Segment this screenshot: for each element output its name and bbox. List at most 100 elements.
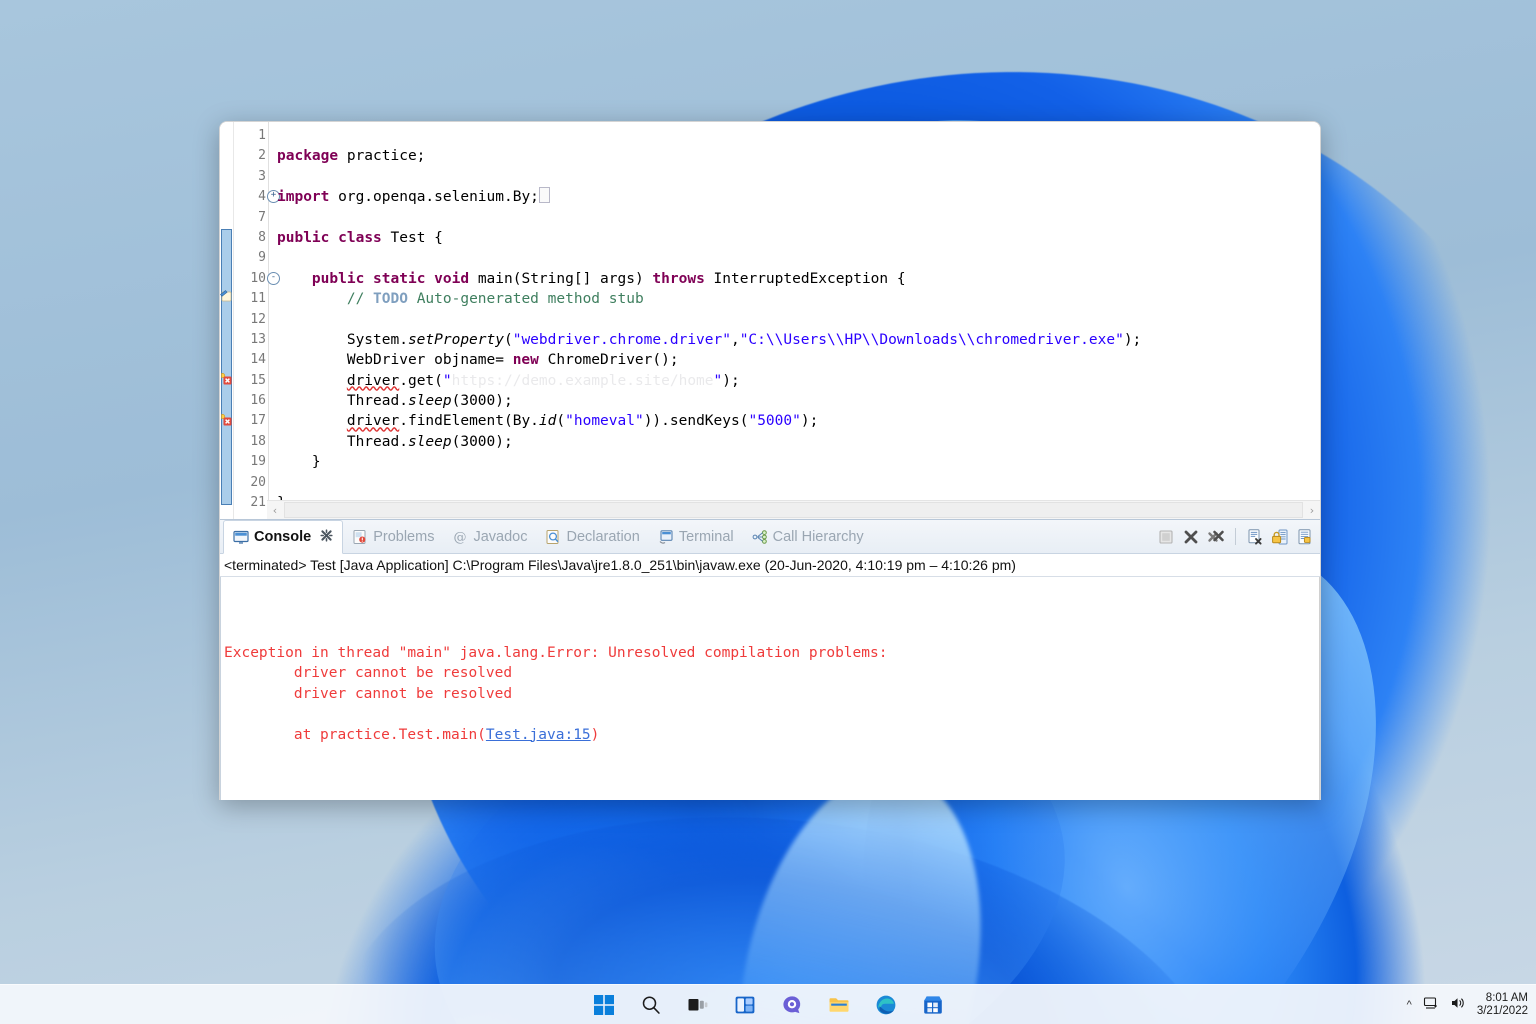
line-number[interactable]: 18 [234, 432, 268, 452]
console-left-border [220, 577, 221, 800]
console-output-text: Exception in thread "main" java.lang.Err… [224, 643, 1320, 746]
tab-label: Terminal [678, 528, 734, 545]
network-icon[interactable] [1423, 995, 1439, 1014]
tab-declaration[interactable]: Declaration [536, 520, 648, 553]
console-output-line[interactable]: at practice.Test.main(Test.java:15) [224, 725, 1320, 746]
annotation-ruler[interactable] [220, 122, 234, 519]
code-line: package practice; [277, 148, 426, 165]
code-line: // TODO Auto-generated method stub [346, 291, 644, 308]
tab-problems[interactable]: Problems [343, 520, 443, 553]
tab-terminal[interactable]: Terminal [649, 520, 743, 553]
scroll-right-arrow[interactable]: › [1304, 505, 1320, 516]
error-marker-icon[interactable] [220, 412, 233, 426]
scroll-lock-icon[interactable] [1271, 528, 1289, 546]
line-number[interactable]: 19 [234, 452, 268, 472]
remove-all-terminated-icon[interactable] [1207, 528, 1225, 546]
line-number[interactable]: 1 [234, 126, 268, 146]
volume-icon[interactable] [1450, 995, 1466, 1014]
code-line: driver.findElement(By.id("homeval")).sen… [346, 413, 819, 430]
task-view-button[interactable] [685, 992, 711, 1018]
error-marker-icon[interactable] [220, 371, 233, 385]
code-line: public static void main(String[] args) t… [311, 270, 906, 287]
line-number[interactable]: 15 [234, 371, 268, 391]
tab-label: Declaration [566, 528, 640, 545]
console-output-line: driver cannot be resolved [224, 685, 513, 702]
console-line-text: at practice.Test.main( [224, 726, 486, 743]
tab-javadoc[interactable]: @ Javadoc [443, 520, 536, 553]
line-number[interactable]: 3 [234, 167, 268, 187]
line-number[interactable]: 10- [234, 269, 280, 289]
line-number[interactable]: 2 [234, 146, 268, 166]
line-number[interactable]: 13 [234, 330, 268, 350]
code-line: WebDriver objname= new ChromeDriver(); [277, 352, 679, 369]
console-right-border [1319, 577, 1320, 800]
tray-overflow-icon[interactable]: ^ [1407, 999, 1412, 1011]
clock-time: 8:01 AM [1485, 991, 1528, 1004]
call-hierarchy-icon [752, 529, 768, 545]
console-output-line: Exception in thread "main" java.lang.Err… [224, 644, 897, 661]
store-button[interactable] [920, 992, 946, 1018]
editor-horizontal-scrollbar[interactable]: ‹ › [267, 500, 1320, 519]
line-number[interactable]: 4 + [234, 187, 280, 207]
console-panel[interactable]: Console Problems @ Javadoc Declaration Termin… [220, 519, 1320, 800]
line-number[interactable]: 20 [234, 473, 268, 493]
tab-console[interactable]: Console [223, 520, 344, 554]
line-number[interactable]: 21 [234, 493, 268, 513]
line-number-gutter[interactable]: 1 2 3 4 +7 8 9 10-11 12 13 14 15 16 17 18 19 20 21 [234, 122, 280, 519]
search-button[interactable] [638, 992, 664, 1018]
code-line: import org.openqa.selenium.By; [277, 187, 1320, 207]
toolbar-separator [1235, 528, 1236, 545]
stacktrace-link[interactable]: Test.java:15 [486, 727, 591, 743]
tab-label: Problems [373, 528, 435, 545]
widgets-button[interactable] [732, 992, 758, 1018]
code-text-area[interactable]: package practice; import org.openqa.sele… [269, 122, 1320, 519]
console-output[interactable]: Exception in thread "main" java.lang.Err… [220, 577, 1320, 800]
declaration-icon [545, 529, 561, 545]
tab-label: Call Hierarchy [772, 528, 864, 545]
console-line-suffix: ) [590, 726, 600, 743]
edge-button[interactable] [873, 992, 899, 1018]
console-toolbar[interactable] [1157, 520, 1318, 553]
tab-call-hierarchy[interactable]: Call Hierarchy [743, 520, 873, 553]
code-line: public class Test { [277, 229, 443, 246]
taskbar-items[interactable] [591, 992, 946, 1018]
line-number[interactable]: 7 [234, 208, 268, 228]
remove-launch-icon[interactable] [1182, 528, 1200, 546]
clock-date: 3/21/2022 [1476, 1004, 1528, 1017]
line-number[interactable]: 14 [234, 350, 268, 370]
line-number[interactable]: 12 [234, 310, 268, 330]
console-output-line: driver cannot be resolved [224, 665, 513, 681]
line-number[interactable]: 16 [234, 391, 268, 411]
tab-close-icon[interactable] [320, 529, 333, 545]
java-editor[interactable]: 1 2 3 4 +7 8 9 10-11 12 13 14 15 16 17 18 19 20 21 packag… [220, 122, 1320, 519]
file-explorer-button[interactable] [826, 992, 852, 1018]
scroll-left-arrow[interactable]: ‹ [267, 505, 283, 516]
eclipse-ide-window[interactable]: 1 2 3 4 +7 8 9 10-11 12 13 14 15 16 17 18 19 20 21 packag… [219, 121, 1321, 800]
code-line: } [277, 454, 321, 471]
pin-console-icon[interactable] [1296, 528, 1314, 546]
class-scope-indicator [221, 229, 232, 505]
clear-console-icon[interactable] [1246, 528, 1264, 546]
line-number[interactable]: 9 [234, 248, 268, 268]
chat-button[interactable] [779, 992, 805, 1018]
windows-taskbar[interactable]: ^ 8:01 AM 3/21/2022 [0, 984, 1536, 1024]
line-number[interactable]: 8 [234, 228, 268, 248]
code-line: System.setProperty("webdriver.chrome.dri… [277, 331, 1142, 348]
console-tab-bar[interactable]: Console Problems @ Javadoc Declaration Termin… [220, 520, 1320, 554]
console-icon [233, 529, 249, 545]
todo-task-marker-icon[interactable] [220, 289, 233, 303]
line-number[interactable]: 11 [234, 289, 268, 309]
taskbar-clock[interactable]: 8:01 AM 3/21/2022 [1477, 992, 1528, 1018]
line-number[interactable]: 17 [234, 411, 268, 431]
start-button[interactable] [591, 992, 617, 1018]
tab-label: Javadoc [473, 528, 528, 545]
scrollbar-track[interactable] [284, 502, 1303, 518]
terminate-icon[interactable] [1157, 528, 1175, 546]
terminal-icon [658, 529, 674, 545]
system-tray[interactable]: ^ 8:01 AM 3/21/2022 [1407, 985, 1528, 1024]
